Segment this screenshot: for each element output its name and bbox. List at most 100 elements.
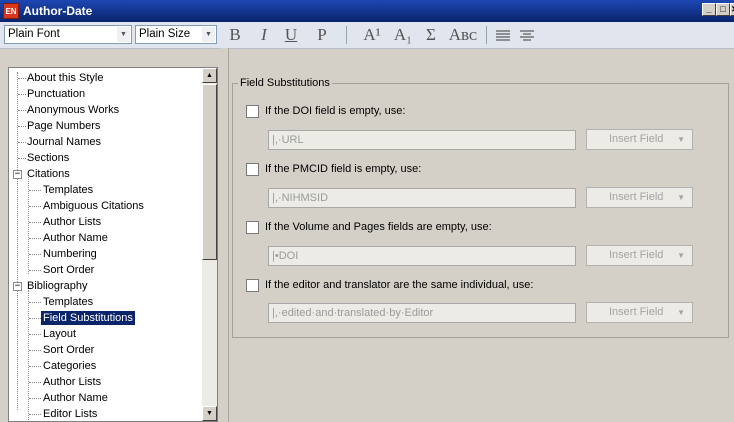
sidebar-item-bibliography-author-name[interactable]: Author Name bbox=[43, 391, 108, 405]
sidebar-item-field-substitutions[interactable]: Field Substitutions bbox=[41, 311, 135, 325]
sidebar-tree[interactable]: About this Style Punctuation Anonymous W… bbox=[8, 67, 218, 422]
doi-empty-checkbox[interactable] bbox=[246, 105, 259, 118]
underline-button[interactable]: U bbox=[282, 24, 300, 46]
sidebar-item-ambiguous-citations[interactable]: Ambiguous Citations bbox=[43, 199, 144, 213]
tree-branch bbox=[29, 398, 41, 399]
tree-branch bbox=[29, 414, 41, 415]
doi-empty-label: If the DOI field is empty, use: bbox=[265, 105, 406, 117]
field-substitutions-group bbox=[232, 83, 729, 338]
subscript-button[interactable]: A₁ bbox=[391, 24, 415, 46]
sidebar-item-citations-sort-order[interactable]: Sort Order bbox=[43, 263, 94, 277]
align-justify-button[interactable] bbox=[494, 24, 512, 46]
insert-field-label: Insert Field bbox=[609, 191, 664, 203]
tree-branch bbox=[29, 350, 41, 351]
tree-branch bbox=[18, 78, 26, 79]
sidebar-item-page-numbers[interactable]: Page Numbers bbox=[27, 119, 100, 133]
dropdown-arrow-icon: ▼ bbox=[677, 135, 685, 144]
sidebar-item-journal-names[interactable]: Journal Names bbox=[27, 135, 101, 149]
insert-field-button-doi[interactable]: Insert Field ▼ bbox=[586, 129, 693, 150]
sidebar-item-punctuation[interactable]: Punctuation bbox=[27, 87, 85, 101]
superscript-button[interactable]: A¹ bbox=[360, 24, 384, 46]
sidebar-item-about-this-style[interactable]: About this Style bbox=[27, 71, 103, 85]
align-justify-icon bbox=[496, 30, 510, 41]
doi-substitution-field[interactable]: |,·URL bbox=[268, 130, 576, 150]
sidebar-item-citations-templates[interactable]: Templates bbox=[43, 183, 93, 197]
plain-button[interactable]: P bbox=[314, 24, 330, 46]
tree-branch bbox=[29, 366, 41, 367]
insert-field-button-volume-pages[interactable]: Insert Field ▼ bbox=[586, 245, 693, 266]
scroll-down-button[interactable]: ▼ bbox=[202, 406, 217, 421]
pmcid-substitution-field[interactable]: |,·NIHMSID bbox=[268, 188, 576, 208]
title-bar: EN Author-Date _ □ ✕ bbox=[0, 0, 734, 22]
close-button[interactable]: ✕ bbox=[730, 3, 734, 16]
tree-line bbox=[17, 72, 18, 410]
app-icon: EN bbox=[3, 3, 19, 19]
tree-branch bbox=[29, 222, 41, 223]
collapse-icon[interactable]: − bbox=[13, 170, 22, 179]
sidebar-scrollbar[interactable]: ▲ ▼ bbox=[202, 68, 217, 421]
tree-branch bbox=[29, 254, 41, 255]
dropdown-arrow-icon: ▼ bbox=[677, 251, 685, 260]
bold-button[interactable]: B bbox=[226, 24, 244, 46]
size-select-value: Plain Size bbox=[139, 28, 191, 40]
window-title: Author-Date bbox=[23, 4, 93, 18]
tree-branch bbox=[18, 110, 26, 111]
sidebar-item-categories[interactable]: Categories bbox=[43, 359, 96, 373]
scroll-up-button[interactable]: ▲ bbox=[202, 68, 217, 83]
tree-branch bbox=[29, 382, 41, 383]
insert-field-button-pmcid[interactable]: Insert Field ▼ bbox=[586, 187, 693, 208]
chevron-down-icon: ▼ bbox=[202, 27, 215, 42]
size-select[interactable]: Plain Size ▼ bbox=[135, 25, 217, 44]
tree-branch bbox=[18, 142, 26, 143]
insert-field-button-editor-translator[interactable]: Insert Field ▼ bbox=[586, 302, 693, 323]
tree-branch bbox=[29, 270, 41, 271]
tree-branch bbox=[18, 158, 26, 159]
toolbar-separator bbox=[486, 26, 487, 44]
tree-branch bbox=[29, 206, 41, 207]
sidebar-item-numbering[interactable]: Numbering bbox=[43, 247, 97, 261]
tree-branch bbox=[18, 126, 26, 127]
editor-translator-substitution-field[interactable]: |,·edited·and·translated·by·Editor bbox=[268, 303, 576, 323]
dropdown-arrow-icon: ▼ bbox=[677, 308, 685, 317]
collapse-icon[interactable]: − bbox=[13, 282, 22, 291]
chevron-down-icon: ▼ bbox=[117, 27, 130, 42]
pane-splitter[interactable] bbox=[220, 48, 229, 422]
volume-pages-substitution-field[interactable]: |•DOI bbox=[268, 246, 576, 266]
font-select[interactable]: Plain Font ▼ bbox=[4, 25, 132, 44]
group-title: Field Substitutions bbox=[238, 76, 332, 90]
align-center-icon bbox=[520, 30, 534, 41]
tree-branch bbox=[29, 190, 41, 191]
volume-pages-empty-label: If the Volume and Pages fields are empty… bbox=[265, 221, 492, 233]
editor-translator-same-checkbox[interactable] bbox=[246, 279, 259, 292]
toolbar-separator bbox=[346, 26, 347, 44]
tree-line bbox=[28, 177, 29, 274]
sidebar-item-bibliography-templates[interactable]: Templates bbox=[43, 295, 93, 309]
sidebar-item-anonymous-works[interactable]: Anonymous Works bbox=[27, 103, 119, 117]
minimize-button[interactable]: _ bbox=[702, 3, 716, 16]
small-caps-button[interactable]: Aʙᴄ bbox=[446, 24, 480, 46]
sidebar-item-bibliography-author-lists[interactable]: Author Lists bbox=[43, 375, 101, 389]
insert-field-label: Insert Field bbox=[609, 249, 664, 261]
tree-branch bbox=[29, 302, 41, 303]
sidebar-item-editor-lists[interactable]: Editor Lists bbox=[43, 407, 97, 421]
align-center-button[interactable] bbox=[518, 24, 536, 46]
sidebar-item-bibliography-sort-order[interactable]: Sort Order bbox=[43, 343, 94, 357]
italic-button[interactable]: I bbox=[256, 24, 272, 46]
sidebar-item-citations-author-lists[interactable]: Author Lists bbox=[43, 215, 101, 229]
maximize-button[interactable]: □ bbox=[716, 3, 730, 16]
sidebar-item-layout[interactable]: Layout bbox=[43, 327, 76, 341]
volume-pages-empty-checkbox[interactable] bbox=[246, 221, 259, 234]
pmcid-empty-checkbox[interactable] bbox=[246, 163, 259, 176]
sidebar-item-bibliography[interactable]: Bibliography bbox=[27, 279, 88, 293]
toolbar: Plain Font ▼ Plain Size ▼ B I U P A¹ A₁ … bbox=[0, 22, 734, 49]
dropdown-arrow-icon: ▼ bbox=[677, 193, 685, 202]
sidebar-item-citations-author-name[interactable]: Author Name bbox=[43, 231, 108, 245]
sidebar-item-citations[interactable]: Citations bbox=[27, 167, 70, 181]
tree-branch bbox=[29, 334, 41, 335]
symbol-button[interactable]: Σ bbox=[423, 24, 439, 46]
sidebar-item-sections[interactable]: Sections bbox=[27, 151, 69, 165]
font-select-value: Plain Font bbox=[8, 28, 60, 40]
scroll-thumb[interactable] bbox=[202, 84, 217, 260]
tree-branch bbox=[29, 318, 41, 319]
tree-branch bbox=[29, 238, 41, 239]
